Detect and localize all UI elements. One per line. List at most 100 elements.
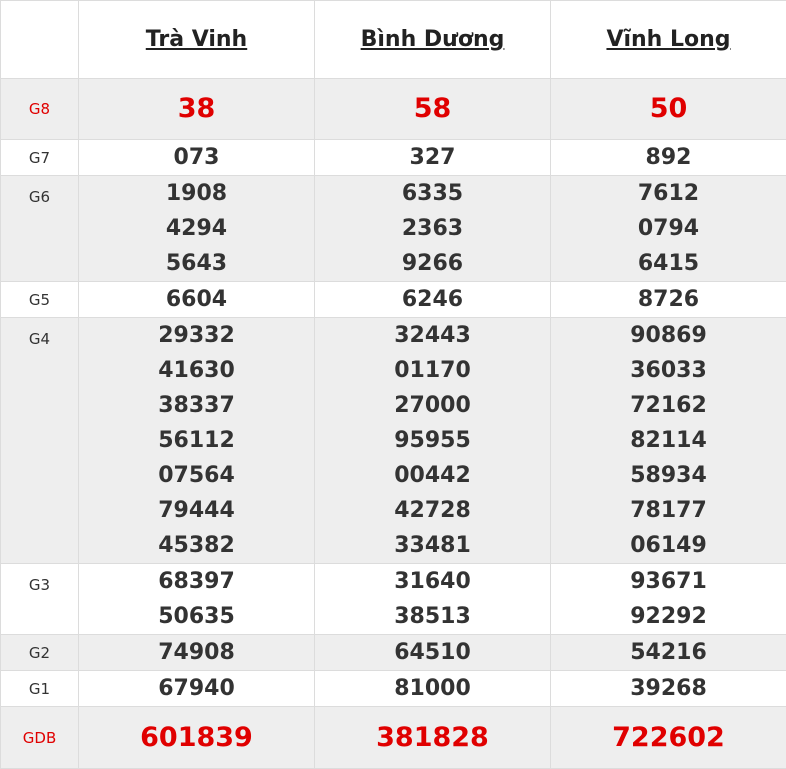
prize-number: 45382 xyxy=(79,528,314,563)
prize-label: G1 xyxy=(1,671,79,707)
prize-label: G4 xyxy=(1,318,79,564)
prize-cell: 8726 xyxy=(551,282,786,318)
prize-number: 50 xyxy=(650,93,688,124)
prize-number: 1908 xyxy=(79,176,314,211)
province-header[interactable]: Trà Vinh xyxy=(79,1,315,79)
province-header[interactable]: Bình Dương xyxy=(315,1,551,79)
prize-number: 9266 xyxy=(315,246,550,281)
prize-number: 31640 xyxy=(315,564,550,599)
prize-cell: 38 xyxy=(79,79,315,140)
prize-number: 27000 xyxy=(315,388,550,423)
prize-number: 073 xyxy=(79,140,314,175)
prize-number: 7612 xyxy=(551,176,786,211)
prize-row-g4: G4 29332 41630 38337 56112 07564 79444 4… xyxy=(1,318,786,564)
prize-number: 38 xyxy=(178,93,216,124)
prize-number: 67940 xyxy=(79,671,314,706)
prize-cell: 39268 xyxy=(551,671,786,707)
prize-row-gdb: GDB 601839 381828 722602 xyxy=(1,707,786,769)
prize-number: 58934 xyxy=(551,458,786,493)
prize-number: 07564 xyxy=(79,458,314,493)
prize-number: 5643 xyxy=(79,246,314,281)
prize-cell: 1908 4294 5643 xyxy=(79,176,315,282)
prize-cell: 90869 36033 72162 82114 58934 78177 0614… xyxy=(551,318,786,564)
prize-number: 78177 xyxy=(551,493,786,528)
prize-number: 00442 xyxy=(315,458,550,493)
prize-label: G2 xyxy=(1,635,79,671)
prize-label: G7 xyxy=(1,140,79,176)
prize-row-g2: G2 74908 64510 54216 xyxy=(1,635,786,671)
prize-number: 06149 xyxy=(551,528,786,563)
prize-cell: 81000 xyxy=(315,671,551,707)
prize-cell: 68397 50635 xyxy=(79,564,315,635)
prize-number: 56112 xyxy=(79,423,314,458)
province-header[interactable]: Vĩnh Long xyxy=(551,1,786,79)
prize-cell: 67940 xyxy=(79,671,315,707)
prize-number: 6246 xyxy=(315,282,550,317)
prize-cell: 327 xyxy=(315,140,551,176)
prize-number: 74908 xyxy=(79,635,314,670)
prize-label: G6 xyxy=(1,176,79,282)
prize-number: 54216 xyxy=(551,635,786,670)
prize-number: 6415 xyxy=(551,246,786,281)
prize-label: G3 xyxy=(1,564,79,635)
prize-cell: 6335 2363 9266 xyxy=(315,176,551,282)
prize-cell: 54216 xyxy=(551,635,786,671)
prize-row-g3: G3 68397 50635 31640 38513 93671 92292 xyxy=(1,564,786,635)
prize-number: 64510 xyxy=(315,635,550,670)
prize-number: 6604 xyxy=(79,282,314,317)
prize-number: 0794 xyxy=(551,211,786,246)
prize-number: 38337 xyxy=(79,388,314,423)
prize-number: 29332 xyxy=(79,318,314,353)
prize-cell: 6246 xyxy=(315,282,551,318)
prize-number: 4294 xyxy=(79,211,314,246)
prize-label: G5 xyxy=(1,282,79,318)
jackpot-number: 601839 xyxy=(140,722,253,753)
prize-cell: 58 xyxy=(315,79,551,140)
prize-number: 36033 xyxy=(551,353,786,388)
header-corner xyxy=(1,1,79,79)
prize-cell: 722602 xyxy=(551,707,786,769)
prize-row-g6: G6 1908 4294 5643 6335 2363 9266 7612 07… xyxy=(1,176,786,282)
prize-cell: 50 xyxy=(551,79,786,140)
prize-number: 72162 xyxy=(551,388,786,423)
prize-cell: 7612 0794 6415 xyxy=(551,176,786,282)
prize-cell: 32443 01170 27000 95955 00442 42728 3348… xyxy=(315,318,551,564)
prize-number: 41630 xyxy=(79,353,314,388)
prize-number: 50635 xyxy=(79,599,314,634)
prize-number: 327 xyxy=(315,140,550,175)
prize-number: 38513 xyxy=(315,599,550,634)
prize-row-g5: G5 6604 6246 8726 xyxy=(1,282,786,318)
prize-number: 95955 xyxy=(315,423,550,458)
jackpot-number: 381828 xyxy=(376,722,489,753)
prize-cell: 892 xyxy=(551,140,786,176)
prize-cell: 381828 xyxy=(315,707,551,769)
prize-number: 68397 xyxy=(79,564,314,599)
lottery-results-table: Trà Vinh Bình Dương Vĩnh Long G8 38 58 5… xyxy=(0,0,786,769)
prize-number: 892 xyxy=(551,140,786,175)
prize-row-g1: G1 67940 81000 39268 xyxy=(1,671,786,707)
prize-number: 79444 xyxy=(79,493,314,528)
prize-number: 58 xyxy=(414,93,452,124)
prize-number: 39268 xyxy=(551,671,786,706)
prize-cell: 601839 xyxy=(79,707,315,769)
prize-number: 81000 xyxy=(315,671,550,706)
prize-label: GDB xyxy=(1,707,79,769)
prize-number: 33481 xyxy=(315,528,550,563)
prize-cell: 74908 xyxy=(79,635,315,671)
prize-number: 8726 xyxy=(551,282,786,317)
prize-cell: 073 xyxy=(79,140,315,176)
prize-number: 6335 xyxy=(315,176,550,211)
prize-cell: 64510 xyxy=(315,635,551,671)
prize-cell: 93671 92292 xyxy=(551,564,786,635)
prize-number: 92292 xyxy=(551,599,786,634)
prize-number: 32443 xyxy=(315,318,550,353)
jackpot-number: 722602 xyxy=(612,722,725,753)
prize-cell: 6604 xyxy=(79,282,315,318)
prize-row-g8: G8 38 58 50 xyxy=(1,79,786,140)
prize-number: 2363 xyxy=(315,211,550,246)
prize-row-g7: G7 073 327 892 xyxy=(1,140,786,176)
prize-label: G8 xyxy=(1,79,79,140)
prize-number: 01170 xyxy=(315,353,550,388)
prize-number: 42728 xyxy=(315,493,550,528)
prize-cell: 29332 41630 38337 56112 07564 79444 4538… xyxy=(79,318,315,564)
